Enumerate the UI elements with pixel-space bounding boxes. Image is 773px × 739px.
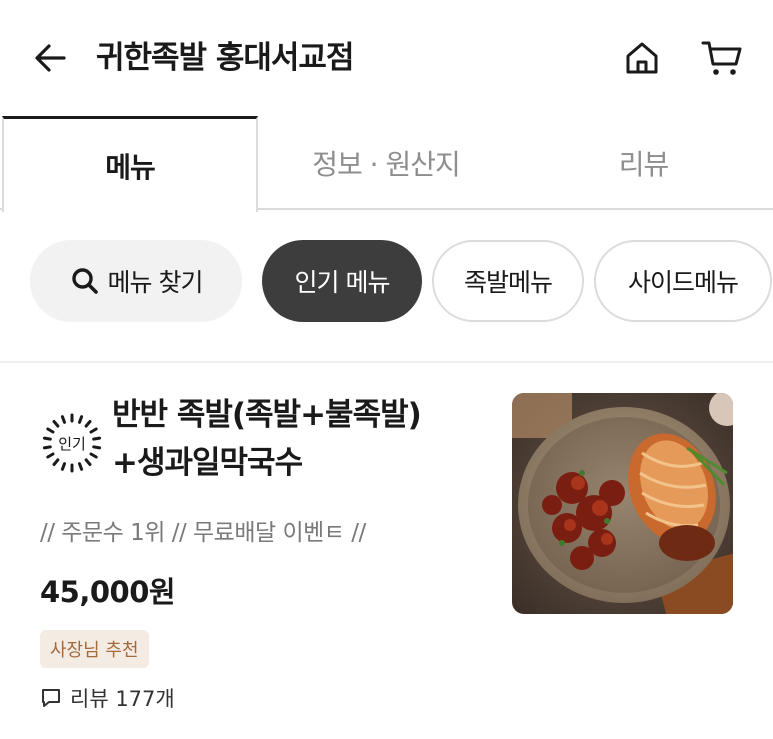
menu-search-label: 메뉴 찾기 bbox=[107, 268, 204, 297]
home-button[interactable] bbox=[620, 36, 664, 80]
menu-search-button[interactable]: 메뉴 찾기 bbox=[30, 240, 242, 322]
menu-item-card[interactable]: 인기 반반 족발(족발+불족발) +생과일막국수 // 주문수 1위 // 무료… bbox=[0, 363, 773, 739]
menu-item-photo[interactable] bbox=[512, 393, 733, 614]
menu-item-description: // 주문수 1위 // 무료배달 이벤ㅌ // bbox=[40, 520, 366, 546]
tab-reviews[interactable]: 리뷰 bbox=[514, 116, 773, 210]
owner-recommend-tag: 사장님 추천 bbox=[40, 630, 149, 668]
back-button[interactable] bbox=[28, 36, 72, 80]
search-icon bbox=[70, 266, 100, 296]
page-title: 귀한족발 홍대서교점 bbox=[96, 40, 354, 76]
menu-category-chips: 메뉴 찾기 인기 메뉴 족발메뉴 사이드메뉴 bbox=[0, 240, 773, 324]
menu-item-price: 45,000원 bbox=[40, 575, 176, 609]
cart-button[interactable] bbox=[698, 36, 746, 80]
menu-item-name-line2: +생과일막국수 bbox=[112, 445, 303, 481]
app-header: 귀한족발 홍대서교점 bbox=[0, 0, 773, 116]
review-count: 리뷰 177개 bbox=[40, 683, 175, 713]
speech-bubble-icon bbox=[40, 687, 62, 709]
popular-badge-label: 인기 bbox=[58, 434, 86, 453]
jokbal-food-image bbox=[512, 393, 733, 614]
tab-menu[interactable]: 메뉴 bbox=[2, 116, 258, 212]
review-count-label: 리뷰 177개 bbox=[70, 687, 175, 711]
chip-popular-menu[interactable]: 인기 메뉴 bbox=[262, 240, 422, 322]
menu-item-name-line1: 반반 족발(족발+불족발) bbox=[112, 397, 422, 433]
chip-jokbal-menu[interactable]: 족발메뉴 bbox=[432, 240, 584, 322]
cart-icon bbox=[701, 41, 742, 75]
tab-bar: 메뉴 정보 · 원산지 리뷰 bbox=[0, 116, 773, 212]
arrow-left-icon bbox=[35, 44, 66, 72]
chip-side-menu[interactable]: 사이드메뉴 bbox=[594, 240, 772, 322]
tab-info-origin[interactable]: 정보 · 원산지 bbox=[258, 116, 514, 210]
home-icon bbox=[626, 42, 658, 74]
popular-badge: 인기 bbox=[40, 411, 104, 475]
menu-item-name: 반반 족발(족발+불족발) +생과일막국수 bbox=[112, 391, 492, 487]
